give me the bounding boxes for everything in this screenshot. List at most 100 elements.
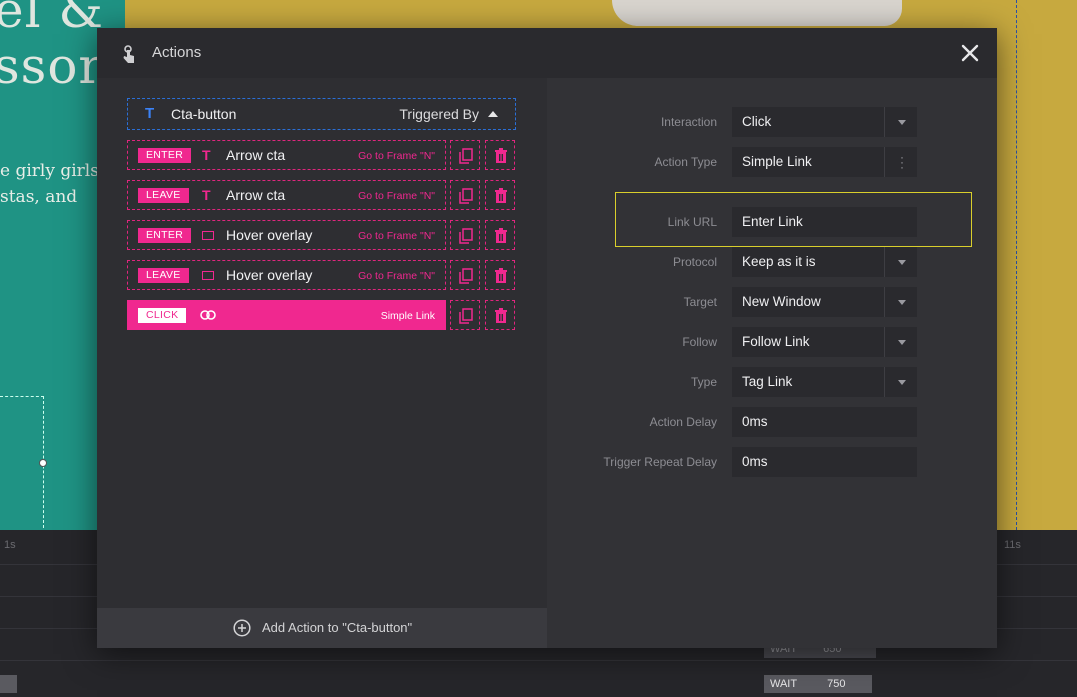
timeline-time-start: 1s bbox=[4, 539, 16, 551]
close-icon[interactable] bbox=[957, 40, 983, 66]
caret-down-icon[interactable] bbox=[898, 340, 906, 345]
action-type-select[interactable]: Simple Link · · · bbox=[732, 147, 917, 177]
wait-value: 750 bbox=[827, 678, 846, 690]
link-url-highlight bbox=[615, 192, 972, 247]
caret-down-icon[interactable] bbox=[898, 300, 906, 305]
duplicate-icon bbox=[459, 268, 473, 284]
select-divider bbox=[884, 147, 885, 177]
action-row[interactable]: LEAVE T Arrow cta Go to Frame "N" bbox=[127, 180, 446, 210]
delete-button[interactable] bbox=[485, 140, 515, 170]
trash-icon bbox=[495, 268, 507, 283]
field-follow: Follow Follow Link bbox=[547, 327, 997, 357]
timeline-track-block[interactable] bbox=[0, 675, 17, 693]
duplicate-button[interactable] bbox=[450, 140, 480, 170]
action-row[interactable]: ENTER T Arrow cta Go to Frame "N" bbox=[127, 140, 446, 170]
field-type: Type Tag Link bbox=[547, 367, 997, 397]
shape-icon bbox=[202, 271, 214, 280]
field-value: Click bbox=[742, 114, 772, 129]
action-row-selected[interactable]: CLICK Simple Link bbox=[127, 300, 446, 330]
field-protocol: Protocol Keep as it is bbox=[547, 247, 997, 277]
text-icon: T bbox=[202, 147, 211, 163]
action-settings-panel: Interaction Click Action Type Simple Lin… bbox=[547, 78, 997, 648]
delete-button[interactable] bbox=[485, 260, 515, 290]
canvas-person-image bbox=[612, 0, 902, 26]
action-layer-name: Arrow cta bbox=[226, 147, 286, 163]
type-select[interactable]: Tag Link bbox=[732, 367, 917, 397]
select-divider bbox=[884, 327, 885, 357]
event-badge: LEAVE bbox=[138, 188, 189, 203]
action-type-label: Go to Frame "N" bbox=[358, 190, 435, 202]
action-layer-name: Hover overlay bbox=[226, 267, 313, 283]
protocol-select[interactable]: Keep as it is bbox=[732, 247, 917, 277]
select-divider bbox=[884, 107, 885, 137]
field-label: Type bbox=[690, 375, 717, 389]
delete-button[interactable] bbox=[485, 300, 515, 330]
triggered-by-toggle[interactable]: Triggered By bbox=[399, 106, 479, 122]
action-row[interactable]: ENTER Hover overlay Go to Frame "N" bbox=[127, 220, 446, 250]
event-badge: ENTER bbox=[138, 148, 192, 163]
timeline-divider bbox=[0, 660, 1077, 661]
field-label: Action Type bbox=[654, 155, 717, 169]
action-layer-name: Hover overlay bbox=[226, 227, 313, 243]
field-interaction: Interaction Click bbox=[547, 107, 997, 137]
action-type-label: Go to Frame "N" bbox=[358, 230, 435, 242]
caret-down-icon[interactable] bbox=[898, 380, 906, 385]
field-value: Follow Link bbox=[742, 334, 810, 349]
field-action-type: Action Type Simple Link · · · bbox=[547, 147, 997, 177]
caret-down-icon[interactable] bbox=[898, 260, 906, 265]
select-divider bbox=[884, 287, 885, 317]
more-vertical-icon[interactable]: · · · bbox=[900, 151, 904, 173]
action-row[interactable]: LEAVE Hover overlay Go to Frame "N" bbox=[127, 260, 446, 290]
duplicate-button[interactable] bbox=[450, 180, 480, 210]
delete-button[interactable] bbox=[485, 220, 515, 250]
duplicate-button[interactable] bbox=[450, 260, 480, 290]
add-action-button[interactable]: Add Action to "Cta-button" bbox=[97, 608, 547, 648]
event-badge: CLICK bbox=[138, 308, 187, 323]
duplicate-icon bbox=[459, 188, 473, 204]
action-type-label: Go to Frame "N" bbox=[358, 270, 435, 282]
caret-up-icon[interactable] bbox=[488, 111, 498, 117]
link-icon bbox=[200, 310, 216, 320]
trigger-layer-row[interactable]: T Cta-button Triggered By bbox=[127, 98, 516, 130]
field-value: Tag Link bbox=[742, 374, 793, 389]
field-value: Keep as it is bbox=[742, 254, 816, 269]
duplicate-icon bbox=[459, 228, 473, 244]
actions-modal: Actions T Cta-button Triggered By ENTER … bbox=[97, 28, 997, 648]
wait-label: WAIT bbox=[770, 678, 798, 690]
trash-icon bbox=[495, 228, 507, 243]
text-icon: T bbox=[202, 187, 211, 203]
delete-button[interactable] bbox=[485, 180, 515, 210]
text-icon: T bbox=[145, 105, 155, 122]
canvas-body-text: e girly girls stas, and bbox=[0, 161, 99, 207]
field-value: Simple Link bbox=[742, 154, 812, 169]
event-badge: LEAVE bbox=[138, 268, 189, 283]
field-action-delay: Action Delay 0ms bbox=[547, 407, 997, 437]
canvas-resize-handle[interactable] bbox=[39, 459, 47, 467]
canvas-selection-box bbox=[0, 396, 44, 528]
select-divider bbox=[884, 367, 885, 397]
action-type-label: Go to Frame "N" bbox=[358, 150, 435, 162]
add-action-label: Add Action to "Cta-button" bbox=[262, 620, 413, 635]
trash-icon bbox=[495, 148, 507, 163]
trigger-repeat-delay-input[interactable]: 0ms bbox=[732, 447, 917, 477]
action-type-label: Simple Link bbox=[380, 310, 435, 322]
touch-icon bbox=[123, 45, 134, 63]
interaction-select[interactable]: Click bbox=[732, 107, 917, 137]
field-value: New Window bbox=[742, 294, 821, 309]
select-divider bbox=[884, 247, 885, 277]
duplicate-icon bbox=[459, 148, 473, 164]
shape-icon bbox=[202, 231, 214, 240]
timeline-wait-block[interactable]: WAIT 750 bbox=[764, 675, 872, 693]
field-target: Target New Window bbox=[547, 287, 997, 317]
caret-down-icon[interactable] bbox=[898, 120, 906, 125]
duplicate-button[interactable] bbox=[450, 220, 480, 250]
duplicate-button[interactable] bbox=[450, 300, 480, 330]
field-label: Protocol bbox=[672, 255, 717, 269]
canvas-guide-line bbox=[1016, 0, 1017, 530]
target-select[interactable]: New Window bbox=[732, 287, 917, 317]
field-label: Action Delay bbox=[649, 415, 717, 429]
field-value: 0ms bbox=[742, 414, 768, 429]
action-delay-input[interactable]: 0ms bbox=[732, 407, 917, 437]
follow-select[interactable]: Follow Link bbox=[732, 327, 917, 357]
actions-list-panel: T Cta-button Triggered By ENTER T Arrow … bbox=[97, 78, 547, 648]
